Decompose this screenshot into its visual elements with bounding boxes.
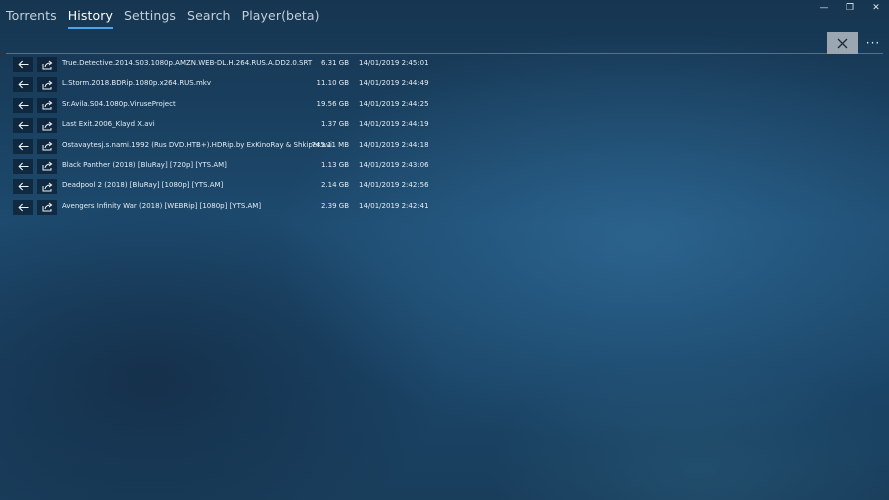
file-date: 14/01/2019 2:45:01 [359, 59, 429, 67]
share-icon [42, 141, 52, 151]
file-date: 14/01/2019 2:44:18 [359, 140, 429, 149]
blurred-background [0, 0, 889, 500]
share-icon [42, 121, 52, 131]
file-name: Last Exit.2006_Klayd X.avi [62, 120, 155, 129]
file-size: 1.37 GB [320, 120, 349, 129]
file-date: 14/01/2019 2:44:25 [359, 99, 429, 108]
file-name: Black Panther (2018) [BluRay] [720p] [YT… [62, 160, 227, 169]
share-button[interactable] [37, 97, 57, 113]
tab-torrents[interactable]: Torrents [6, 8, 57, 27]
more-options-button[interactable]: ··· [862, 32, 884, 54]
file-size: 2.14 GB [320, 181, 349, 190]
share-button[interactable] [37, 199, 57, 215]
file-date: 14/01/2019 2:44:19 [359, 120, 429, 129]
arrow-left-icon [17, 101, 28, 110]
file-name: Avengers Infinity War (2018) [WEBRip] [1… [62, 201, 262, 210]
minimize-button[interactable]: — [811, 0, 837, 16]
restore-button[interactable] [13, 158, 33, 174]
file-date: 14/01/2019 2:42:41 [359, 201, 429, 210]
share-icon [42, 182, 52, 192]
share-button[interactable] [37, 179, 57, 195]
share-icon [42, 80, 52, 90]
tab-player-beta[interactable]: Player(beta) [242, 8, 320, 27]
arrow-left-icon [17, 162, 28, 171]
arrow-left-icon [17, 81, 28, 89]
close-panel-button[interactable] [827, 32, 858, 54]
share-icon [42, 60, 52, 69]
arrow-left-icon [17, 182, 28, 191]
share-button[interactable] [37, 158, 57, 174]
file-size: 2.39 GB [320, 201, 349, 210]
close-icon [837, 38, 848, 48]
arrow-left-icon [17, 60, 28, 69]
share-button[interactable] [37, 138, 57, 154]
restore-button[interactable] [13, 179, 33, 195]
file-name: Sr.Avila.S04.1080p.ViruseProject [62, 99, 176, 108]
restore-button[interactable] [13, 57, 33, 72]
tab-search[interactable]: Search [187, 8, 231, 27]
tab-history[interactable]: History [67, 8, 113, 29]
restore-button[interactable] [13, 118, 33, 134]
share-button[interactable] [37, 57, 57, 72]
arrow-left-icon [17, 203, 28, 212]
share-button[interactable] [37, 77, 57, 93]
file-date: 14/01/2019 2:43:06 [359, 160, 429, 169]
file-size: 745.11 MB [311, 140, 349, 149]
window-controls: — ❐ ✕ [811, 0, 889, 16]
maximize-button[interactable]: ❐ [837, 0, 863, 16]
restore-button[interactable] [13, 199, 33, 215]
file-size: 11.10 GB [316, 79, 350, 88]
file-size: 1.13 GB [320, 160, 349, 169]
window-close-button[interactable]: ✕ [863, 0, 889, 16]
main-nav: Torrents History Settings Search Player(… [0, 8, 325, 36]
share-icon [42, 100, 52, 110]
file-size: 6.31 GB [320, 59, 349, 67]
tab-settings[interactable]: Settings [124, 8, 176, 27]
file-date: 14/01/2019 2:42:56 [359, 181, 429, 190]
share-icon [42, 162, 52, 171]
file-size: 19.56 GB [316, 99, 350, 108]
restore-button[interactable] [13, 138, 33, 154]
arrow-left-icon [17, 142, 28, 150]
header-divider [6, 53, 883, 54]
file-name: L.Storm.2018.BDRip.1080p.x264.RUS.mkv [62, 79, 211, 88]
restore-button[interactable] [13, 97, 33, 113]
file-name: Deadpool 2 (2018) [BluRay] [1080p] [YTS.… [62, 181, 224, 190]
restore-button[interactable] [13, 77, 33, 93]
share-icon [42, 202, 52, 212]
share-button[interactable] [37, 118, 57, 134]
arrow-left-icon [17, 121, 28, 130]
file-date: 14/01/2019 2:44:49 [359, 79, 429, 88]
